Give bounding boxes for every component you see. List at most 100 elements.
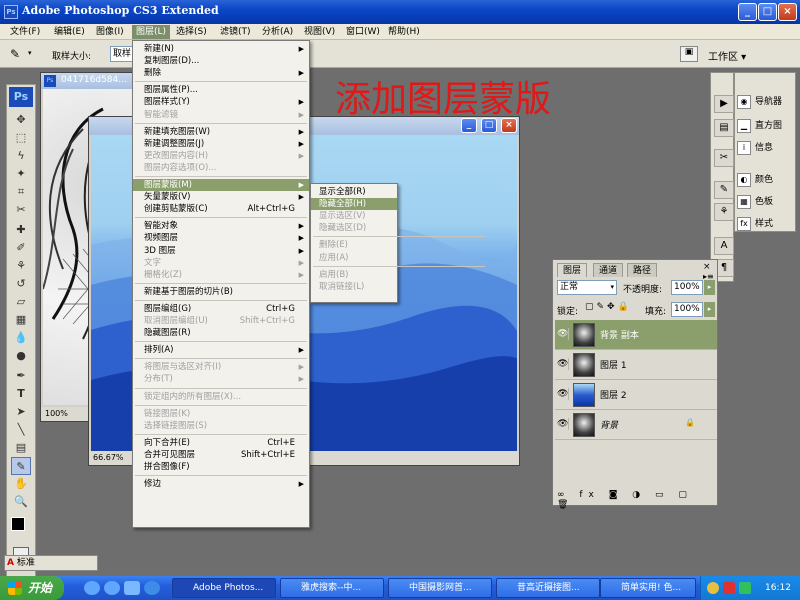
layer-menu-item[interactable]: 文字 ▶ — [133, 257, 309, 269]
layer-menu-item[interactable]: 图层样式(Y) ▶ — [133, 96, 309, 108]
color-panel-button[interactable]: ◐ 颜色 — [737, 169, 797, 191]
layer-menu-item[interactable]: 修边 ▶ — [133, 478, 309, 490]
panel-close-icon[interactable]: × — [703, 262, 711, 272]
menu-select[interactable]: 选择(S) — [172, 25, 211, 39]
layer-menu-item[interactable]: 图层内容选项(O)... — [133, 162, 309, 174]
sample-size-select[interactable]: 取样 — [110, 46, 134, 62]
brush-tool-icon[interactable]: ✐ — [11, 239, 31, 257]
opacity-slider-button[interactable]: ▸ — [704, 280, 715, 295]
tool-presets-icon[interactable]: ✂ — [714, 149, 734, 167]
layer-row-layer-2[interactable]: 👁 图层 2 — [555, 380, 717, 410]
history-brush-tool-icon[interactable]: ↺ — [11, 275, 31, 293]
move-tool-icon[interactable]: ✥ — [11, 111, 31, 129]
layer-menu-item[interactable]: 删除 ▶ — [133, 67, 309, 79]
quicklaunch-icon[interactable] — [84, 581, 100, 595]
quicklaunch-icon[interactable] — [144, 581, 160, 595]
minimize-button[interactable]: _ — [738, 3, 757, 21]
clone-source-icon[interactable]: ⚘ — [714, 203, 734, 221]
dodge-tool-icon[interactable]: ● — [11, 347, 31, 365]
task-photoshop[interactable]: Adobe Photos... — [172, 578, 276, 598]
file-browser-icon[interactable]: ▣ — [680, 46, 698, 62]
layer-menu-item[interactable]: 栅格化(Z) ▶ — [133, 269, 309, 281]
visibility-eye-icon[interactable]: 👁 — [557, 328, 569, 340]
blend-mode-select[interactable]: 正常 ▾ — [557, 280, 617, 295]
layer-menu-item[interactable]: 3D 图层 ▶ — [133, 245, 309, 257]
pen-tool-icon[interactable]: ✒ — [11, 367, 31, 385]
layer-menu-item[interactable]: 智能滤镜 ▶ — [133, 109, 309, 121]
lasso-tool-icon[interactable]: ϟ — [11, 147, 31, 165]
tray-icon[interactable] — [707, 582, 719, 594]
tool-preset-dropdown-icon[interactable]: ▾ — [28, 49, 32, 57]
menu-view[interactable]: 视图(V) — [300, 25, 339, 39]
layer-menu-item[interactable]: 向下合并(E) Ctrl+E — [133, 437, 309, 449]
maximize-button[interactable]: □ — [758, 3, 777, 21]
character-panel-icon[interactable]: A — [714, 237, 734, 255]
layer-menu-item[interactable]: 图层属性(P)... — [133, 84, 309, 96]
input-mode-label[interactable]: 标准 — [17, 558, 35, 568]
layer-menu-item[interactable]: 创建剪贴蒙版(C) Alt+Ctrl+G — [133, 203, 309, 215]
layer-mask-submenu-item[interactable]: 隐藏全部(H) — [311, 198, 397, 211]
layer-mask-submenu-item[interactable]: 取消链接(L) — [311, 281, 397, 293]
layer-menu-item[interactable]: 矢量蒙版(V) ▶ — [133, 191, 309, 203]
path-selection-tool-icon[interactable]: ➤ — [11, 403, 31, 421]
menu-edit[interactable]: 编辑(E) — [50, 25, 89, 39]
layer-menu-item[interactable]: 将图层与选区对齐(I) ▶ — [133, 361, 309, 373]
layer-row-background[interactable]: 👁 背景 🔒 — [555, 410, 717, 440]
layer-menu-item[interactable]: 新建调整图层(J) ▶ — [133, 138, 309, 150]
crop-tool-icon[interactable]: ⌗ — [11, 183, 31, 201]
eyedropper-tool-icon[interactable]: ✎ — [10, 47, 20, 61]
blur-tool-icon[interactable]: 💧 — [11, 329, 31, 347]
visibility-eye-icon[interactable]: 👁 — [557, 358, 569, 370]
clock[interactable]: 16:12 — [765, 576, 791, 600]
layer-menu-item[interactable]: 取消图层编组(U) Shift+Ctrl+G — [133, 315, 309, 327]
clone-stamp-tool-icon[interactable]: ⚘ — [11, 257, 31, 275]
quicklaunch-icon[interactable] — [104, 581, 120, 595]
actions-panel-icon[interactable]: ▶ — [714, 95, 734, 113]
layers-footer-icons[interactable]: ∞ fx ◙ ◑ ▭ ▢ 🗑 — [557, 490, 715, 510]
notes-tool-icon[interactable]: ▤ — [11, 439, 31, 457]
start-button[interactable]: 开始 — [0, 576, 64, 600]
menu-window[interactable]: 窗口(W) — [342, 25, 384, 39]
magic-wand-tool-icon[interactable]: ✦ — [11, 165, 31, 183]
task-photo-site[interactable]: 中国摄影网首... — [388, 578, 492, 598]
layer-mask-submenu-item[interactable]: 显示全部(R) — [311, 186, 397, 198]
styles-panel-button[interactable]: fx 样式 — [737, 213, 797, 235]
slice-tool-icon[interactable]: ✂ — [11, 201, 31, 219]
layer-menu-item[interactable]: 链接图层(K) — [133, 408, 309, 420]
layer-menu-item[interactable]: 新建填充图层(W) ▶ — [133, 126, 309, 138]
layer-mask-submenu-item[interactable]: 显示选区(V) — [311, 210, 397, 222]
task-page-5[interactable]: 简单实用! 色... — [600, 578, 696, 598]
hand-tool-icon[interactable]: ✋ — [11, 475, 31, 493]
menu-help[interactable]: 帮助(H) — [384, 25, 424, 39]
layer-menu-item[interactable]: 视频图层 ▶ — [133, 232, 309, 244]
layer-menu-item[interactable]: 新建基于图层的切片(B) — [133, 286, 309, 298]
layer-mask-submenu-item[interactable]: 应用(A) — [311, 252, 397, 264]
line-tool-icon[interactable]: ╲ — [11, 421, 31, 439]
layer-menu-item[interactable]: 合并可见图层 Shift+Ctrl+E — [133, 449, 309, 461]
language-icon[interactable]: A — [7, 558, 14, 568]
menu-filter[interactable]: 滤镜(T) — [216, 25, 255, 39]
layer-mask-submenu-item[interactable]: 启用(B) — [311, 269, 397, 281]
visibility-eye-icon[interactable]: 👁 — [557, 388, 569, 400]
layer-menu-item[interactable]: 锁定组内的所有图层(X)... — [133, 391, 309, 403]
gradient-tool-icon[interactable]: ▦ — [11, 311, 31, 329]
visibility-eye-icon[interactable]: 👁 — [557, 418, 569, 430]
tray-icon[interactable] — [723, 582, 735, 594]
layer-mask-submenu-item[interactable]: 隐藏选区(D) — [311, 222, 397, 234]
layer-menu-item[interactable]: 选择链接图层(S) — [133, 420, 309, 432]
close-button[interactable]: × — [778, 3, 797, 21]
zoom-level[interactable]: 100% — [45, 407, 68, 421]
lock-icons[interactable]: ▢✎✥🔒 — [585, 302, 632, 312]
layer-menu-item[interactable]: 隐藏图层(R) — [133, 327, 309, 339]
swatches-panel-button[interactable]: ▦ 色板 — [737, 191, 797, 213]
workspace-button[interactable]: 工作区 ▾ — [708, 48, 746, 63]
layer-row-background-copy[interactable]: 👁 背景 副本 — [555, 320, 717, 350]
task-page-4[interactable]: 昔高近摄接图... — [496, 578, 600, 598]
healing-brush-tool-icon[interactable]: ✚ — [11, 221, 31, 239]
layer-menu-item[interactable]: 更改图层内容(H) ▶ — [133, 150, 309, 162]
layer-menu-item[interactable]: 智能对象 ▶ — [133, 220, 309, 232]
layer-menu-item[interactable]: 图层编组(G) Ctrl+G — [133, 303, 309, 315]
type-tool-icon[interactable]: T — [11, 385, 31, 403]
layer-menu-item[interactable]: 排列(A) ▶ — [133, 344, 309, 356]
fill-input[interactable]: 100% — [671, 302, 703, 317]
